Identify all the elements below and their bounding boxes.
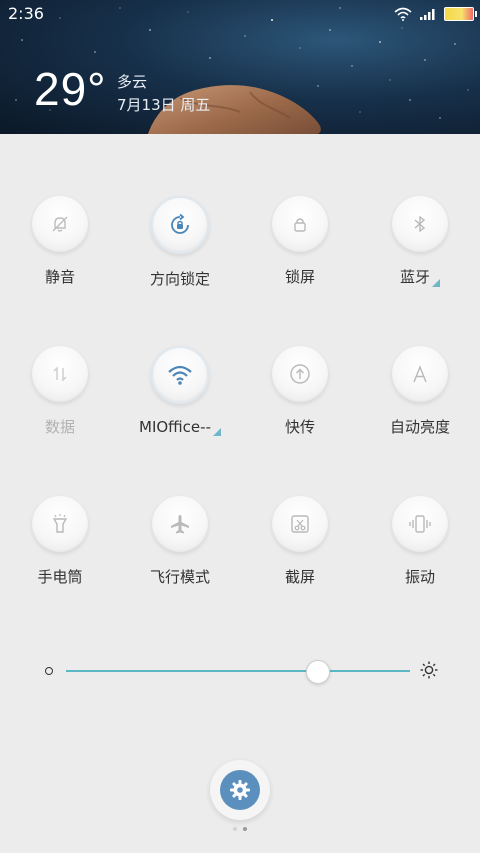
vibrate-icon bbox=[409, 515, 431, 533]
wifi-icon bbox=[168, 365, 192, 385]
tile-screenshot[interactable]: 截屏 bbox=[240, 496, 360, 616]
bluetooth-icon bbox=[414, 215, 426, 233]
settings-button-inner[interactable] bbox=[220, 770, 260, 810]
brightness-track-filled bbox=[66, 670, 307, 672]
vibrate-toggle[interactable] bbox=[392, 496, 448, 552]
silent-bell-icon bbox=[52, 216, 68, 232]
tile-label: 振动 bbox=[404, 568, 435, 586]
weather-date: 7月13日 周五 bbox=[117, 96, 211, 114]
brightness-thumb[interactable] bbox=[306, 660, 331, 684]
tile-quick-transfer[interactable]: 快传 bbox=[240, 346, 360, 466]
page-dot-active bbox=[243, 827, 247, 831]
tile-vibrate[interactable]: 振动 bbox=[360, 496, 480, 616]
rotation-lock-toggle[interactable] bbox=[151, 196, 209, 254]
tile-airplane-mode[interactable]: 飞行模式 bbox=[120, 496, 240, 616]
battery-icon bbox=[444, 7, 477, 21]
tile-label-text: 蓝牙 bbox=[399, 268, 430, 286]
auto-brightness-icon bbox=[413, 365, 427, 383]
tile-auto-brightness[interactable]: 自动亮度 bbox=[360, 346, 480, 466]
settings-button[interactable] bbox=[210, 760, 270, 820]
rotation-lock-icon bbox=[171, 213, 189, 234]
tile-label: 方向锁定 bbox=[149, 270, 210, 288]
tile-label: 数据 bbox=[44, 418, 75, 436]
bluetooth-toggle[interactable] bbox=[392, 196, 448, 252]
tile-lock-screen[interactable]: 锁屏 bbox=[240, 196, 360, 316]
tile-label: 飞行模式 bbox=[149, 568, 210, 586]
tile-label: 手电筒 bbox=[37, 568, 83, 586]
page-dot bbox=[233, 827, 237, 831]
page-indicator bbox=[233, 827, 247, 831]
tile-rotation-lock[interactable]: 方向锁定 bbox=[120, 196, 240, 316]
screenshot-icon bbox=[291, 515, 309, 533]
gear-icon bbox=[230, 780, 250, 800]
quick-transfer-icon bbox=[290, 364, 310, 384]
tile-label: 自动亮度 bbox=[389, 418, 450, 436]
brightness-high-icon bbox=[420, 661, 438, 679]
tile-wifi[interactable]: MIOffice-- bbox=[120, 346, 240, 466]
flashlight-icon bbox=[52, 514, 68, 533]
wifi-icon bbox=[394, 7, 412, 21]
brightness-track-empty bbox=[328, 670, 410, 672]
airplane-icon bbox=[171, 515, 189, 534]
tile-label: 蓝牙 bbox=[400, 266, 440, 287]
brightness-low-icon bbox=[45, 667, 53, 675]
lock-icon bbox=[294, 218, 306, 232]
quick-transfer-button[interactable] bbox=[272, 346, 328, 402]
tile-label: 静音 bbox=[44, 268, 75, 286]
auto-brightness-toggle[interactable] bbox=[392, 346, 448, 402]
tile-label: 截屏 bbox=[284, 568, 315, 586]
wifi-toggle[interactable] bbox=[151, 346, 209, 404]
tile-label: 锁屏 bbox=[284, 268, 315, 286]
mobile-data-icon bbox=[53, 366, 67, 382]
more-indicator-icon bbox=[212, 428, 221, 436]
tile-silent[interactable]: 静音 bbox=[0, 196, 120, 316]
more-indicator-icon bbox=[432, 279, 440, 287]
signal-icon bbox=[420, 9, 435, 20]
temperature: 29° bbox=[34, 63, 107, 115]
brightness-slider[interactable] bbox=[40, 660, 440, 684]
tile-label: MIOffice-- bbox=[139, 418, 221, 436]
flashlight-toggle[interactable] bbox=[32, 496, 88, 552]
weather-condition: 多云 bbox=[117, 73, 148, 91]
weather-header[interactable]: 2:36 29° 多云 7月13日 周五 bbox=[0, 0, 480, 134]
silent-toggle[interactable] bbox=[32, 196, 88, 252]
tile-flashlight[interactable]: 手电筒 bbox=[0, 496, 120, 616]
tile-mobile-data[interactable]: 数据 bbox=[0, 346, 120, 466]
status-time: 2:36 bbox=[8, 4, 44, 23]
tile-label-text: MIOffice-- bbox=[139, 418, 211, 436]
status-bar: 2:36 bbox=[0, 0, 480, 28]
mobile-data-toggle[interactable] bbox=[32, 346, 88, 402]
tile-bluetooth[interactable]: 蓝牙 bbox=[360, 196, 480, 316]
airplane-mode-toggle[interactable] bbox=[152, 496, 208, 552]
lock-screen-button[interactable] bbox=[272, 196, 328, 252]
tile-label: 快传 bbox=[284, 418, 315, 436]
screenshot-button[interactable] bbox=[272, 496, 328, 552]
